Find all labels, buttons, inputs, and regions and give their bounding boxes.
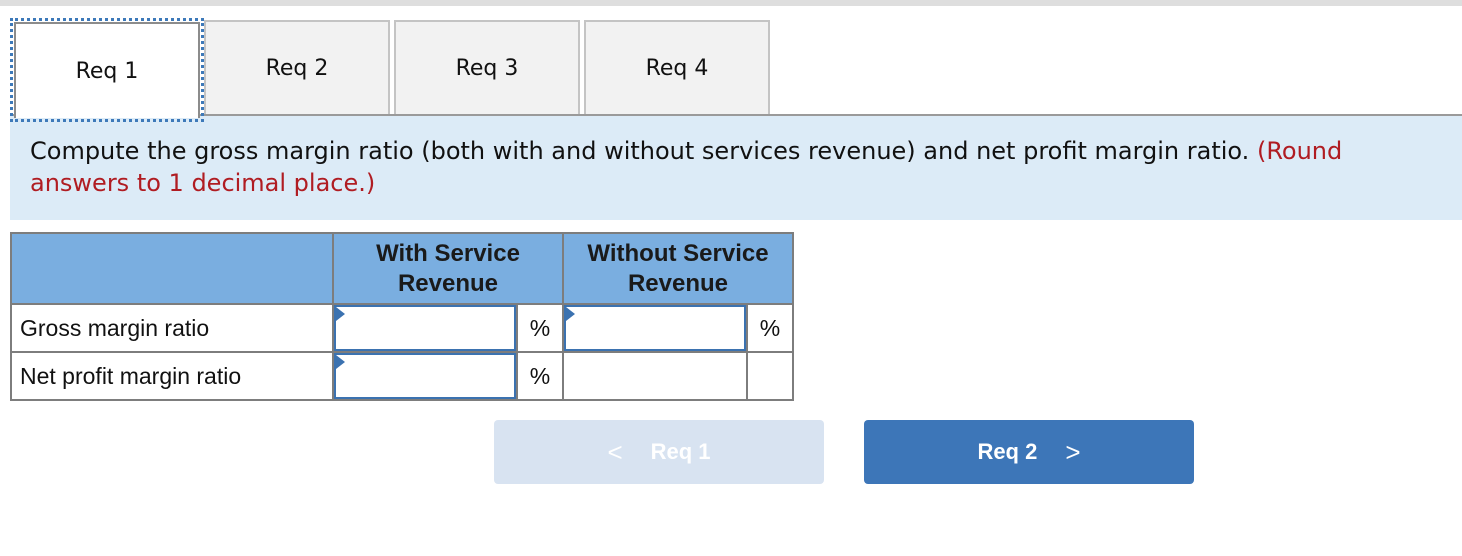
gross-margin-with-service-input[interactable] [334, 305, 516, 351]
empty-cell [746, 351, 794, 401]
tab-req-4[interactable]: Req 4 [584, 20, 770, 114]
ratio-answer-table: With Service Revenue Without Service Rev… [10, 232, 794, 401]
input-cell [562, 303, 748, 353]
net-profit-margin-with-service-input[interactable] [334, 353, 516, 399]
header-line: Revenue [627, 269, 729, 297]
rounding-note: (Round [1256, 137, 1343, 165]
next-req-button[interactable]: Req 2 > [864, 420, 1194, 484]
previous-req-button[interactable]: < Req 1 [494, 420, 824, 484]
row-label-gross-margin: Gross margin ratio [10, 303, 334, 353]
chevron-right-icon: > [1065, 436, 1081, 467]
instruction-line-1: Compute the gross margin ratio (both wit… [30, 135, 1462, 167]
header-blank [10, 232, 334, 305]
tab-label: Req 3 [455, 55, 519, 81]
table-header-row: With Service Revenue Without Service Rev… [10, 232, 794, 305]
instruction-text: Compute the gross margin ratio (both wit… [30, 137, 1257, 165]
header-without-service-revenue: Without Service Revenue [562, 232, 794, 305]
empty-cell [562, 351, 748, 401]
header-with-service-revenue: With Service Revenue [332, 232, 564, 305]
table-row: Net profit margin ratio % [10, 351, 794, 401]
table-row: Gross margin ratio % % [10, 303, 794, 353]
header-line: With Service [376, 239, 520, 267]
tab-label: Req 1 [75, 58, 139, 84]
percent-unit: % [516, 303, 564, 353]
percent-unit: % [746, 303, 794, 353]
input-flag-icon [566, 307, 575, 321]
header-line: Without Service [587, 239, 769, 267]
gross-margin-without-service-input[interactable] [564, 305, 746, 351]
input-cell [332, 303, 518, 353]
percent-unit: % [516, 351, 564, 401]
previous-req-label: Req 1 [650, 439, 711, 464]
header-line: Revenue [397, 269, 499, 297]
tab-req-1[interactable]: Req 1 [10, 18, 204, 122]
row-label-net-profit-margin: Net profit margin ratio [10, 351, 334, 401]
input-cell [332, 351, 518, 401]
top-bar [0, 0, 1462, 6]
input-flag-icon [336, 307, 345, 321]
requirement-tabs: Req 1 Req 2 Req 3 Req 4 [0, 18, 1462, 122]
input-flag-icon [336, 355, 345, 369]
tab-req-3[interactable]: Req 3 [394, 20, 580, 114]
tab-label: Req 4 [645, 55, 709, 81]
tab-req-2[interactable]: Req 2 [204, 20, 390, 114]
tab-label: Req 2 [265, 55, 329, 81]
instruction-line-2: answers to 1 decimal place.) [30, 167, 1462, 199]
chevron-left-icon: < [607, 436, 623, 467]
next-req-label: Req 2 [977, 439, 1038, 464]
instructions-panel: Compute the gross margin ratio (both wit… [10, 116, 1462, 220]
rounding-note-continued: answers to 1 decimal place.) [30, 169, 376, 197]
